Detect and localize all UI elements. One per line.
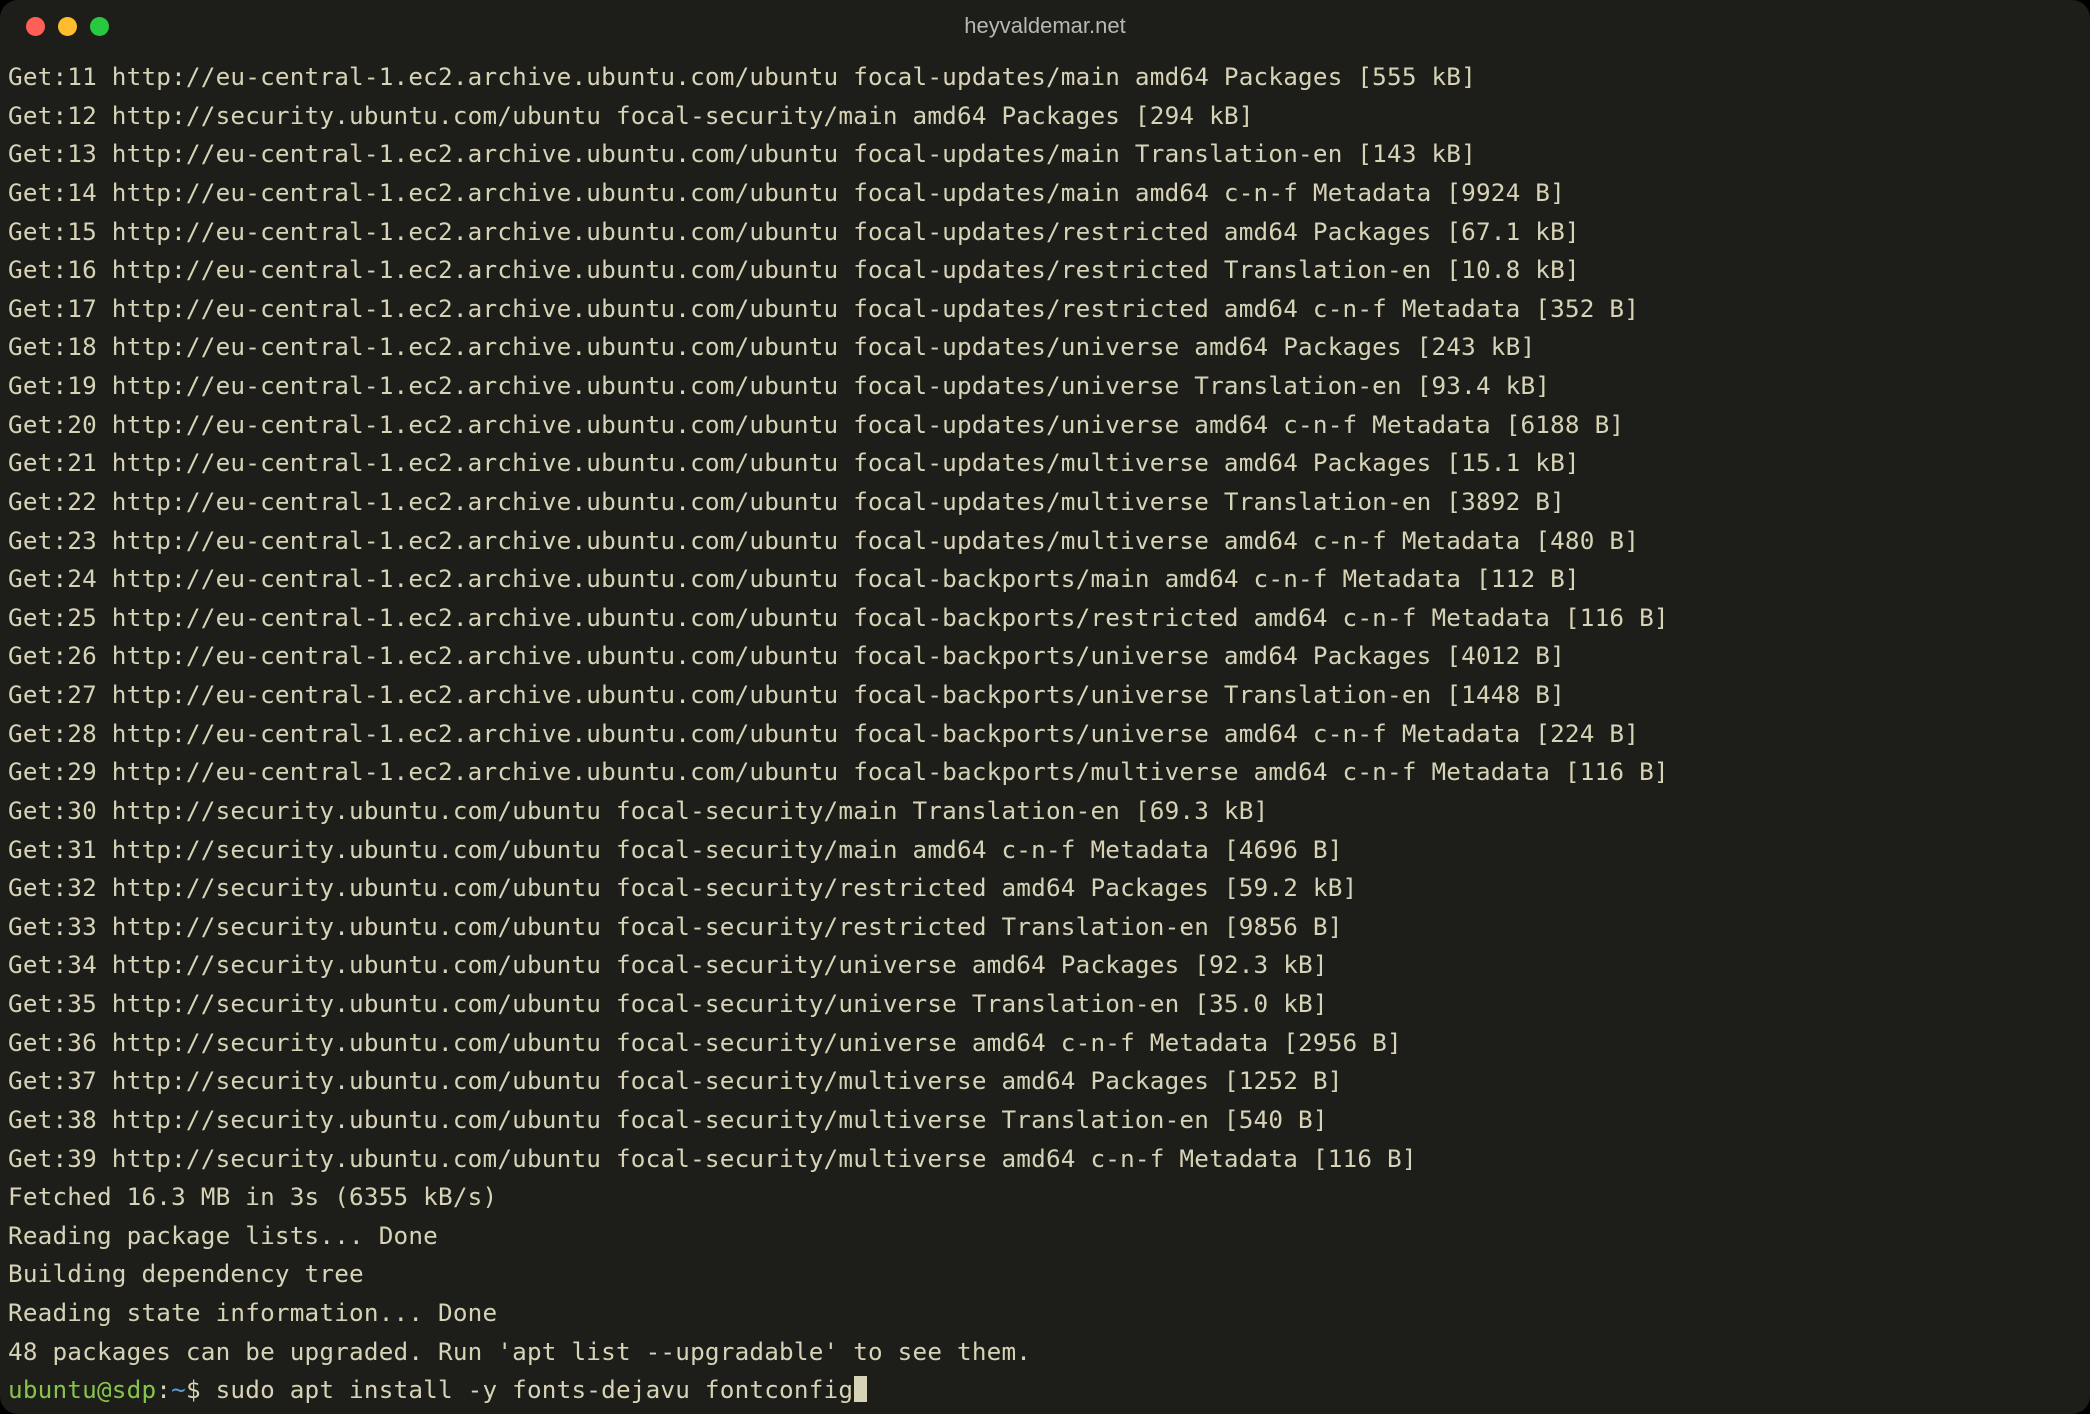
zoom-icon[interactable] — [90, 17, 109, 36]
titlebar: heyvaldemar.net — [0, 0, 2090, 52]
minimize-icon[interactable] — [58, 17, 77, 36]
terminal-body[interactable]: Get:11 http://eu-central-1.ec2.archive.u… — [0, 52, 2090, 1414]
close-icon[interactable] — [26, 17, 45, 36]
prompt-path: ~ — [171, 1375, 186, 1404]
prompt-user: ubuntu — [8, 1375, 97, 1404]
command-input[interactable]: sudo apt install -y fonts-dejavu fontcon… — [216, 1375, 854, 1404]
cursor-icon — [854, 1376, 867, 1402]
prompt-symbol: $ — [186, 1375, 216, 1404]
prompt-at: @ — [97, 1375, 112, 1404]
terminal-window: heyvaldemar.net Get:11 http://eu-central… — [0, 0, 2090, 1414]
prompt-host: sdp — [112, 1375, 156, 1404]
window-title: heyvaldemar.net — [0, 13, 2090, 39]
traffic-lights — [0, 17, 109, 36]
terminal-output: Get:11 http://eu-central-1.ec2.archive.u… — [8, 62, 1669, 1366]
prompt-colon: : — [156, 1375, 171, 1404]
